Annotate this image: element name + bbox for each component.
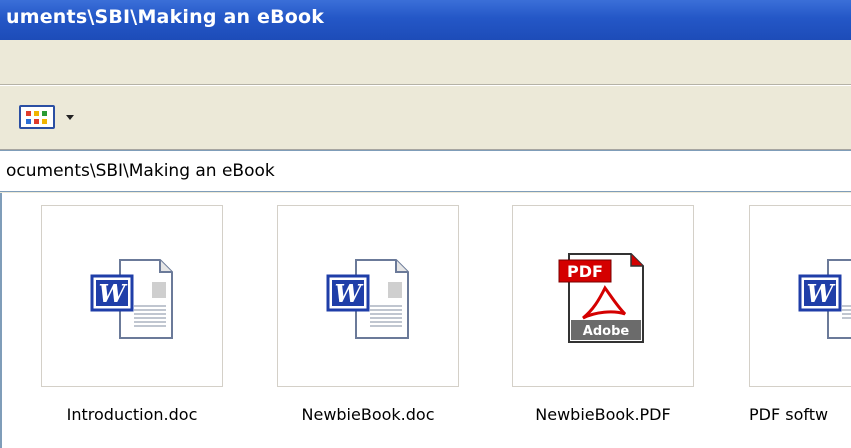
adobe-label: Adobe xyxy=(583,324,630,339)
chevron-down-icon[interactable] xyxy=(66,115,74,120)
file-name[interactable]: NewbieBook.doc xyxy=(267,405,469,424)
pdf-badge: PDF xyxy=(567,262,603,281)
menu-bar xyxy=(0,40,851,85)
word-document-icon: W xyxy=(798,259,851,339)
file-thumbnail[interactable]: W xyxy=(749,205,851,387)
file-thumbnail[interactable]: W xyxy=(41,205,223,387)
svg-text:W: W xyxy=(807,279,836,308)
title-bar[interactable]: uments\SBI\Making an eBook xyxy=(0,0,851,40)
views-button[interactable] xyxy=(16,103,82,133)
svg-text:W: W xyxy=(335,279,364,308)
toolbar xyxy=(0,85,851,150)
file-name[interactable]: Introduction.doc xyxy=(31,405,233,424)
svg-text:W: W xyxy=(99,279,128,308)
pdf-document-icon: PDF Adobe xyxy=(558,253,644,343)
file-name[interactable]: PDF softw xyxy=(749,405,828,424)
word-document-icon: W xyxy=(326,259,409,339)
word-document-icon: W xyxy=(90,259,173,339)
file-thumbnail[interactable]: W xyxy=(277,205,459,387)
window-title: uments\SBI\Making an eBook xyxy=(6,6,325,28)
address-bar[interactable]: ocuments\SBI\Making an eBook xyxy=(0,150,851,192)
file-name[interactable]: NewbieBook.PDF xyxy=(502,405,704,424)
address-path[interactable]: ocuments\SBI\Making an eBook xyxy=(6,161,275,181)
file-list: W Introduction.doc W NewbieBook.doc PDF … xyxy=(0,193,851,448)
views-icon xyxy=(19,105,55,129)
file-thumbnail[interactable]: PDF Adobe xyxy=(512,205,694,387)
